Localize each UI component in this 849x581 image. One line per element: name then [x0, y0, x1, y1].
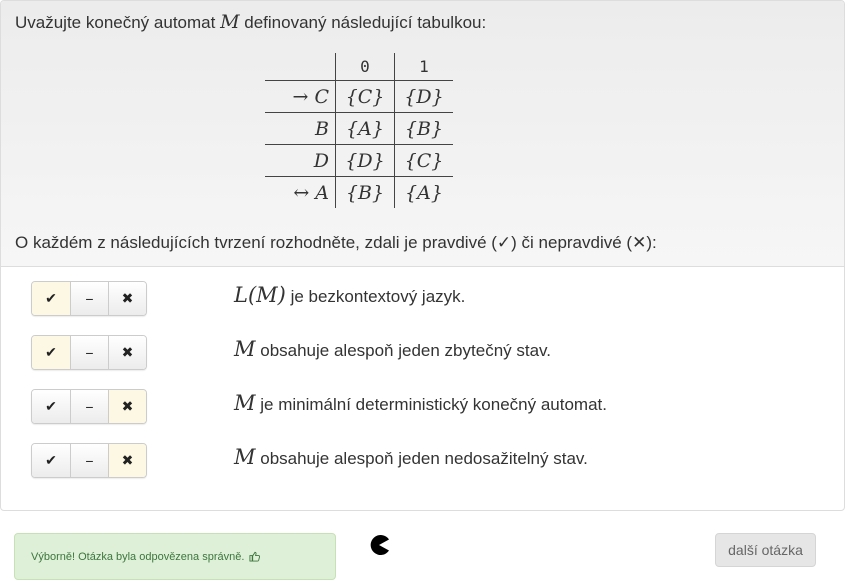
neutral-button[interactable]: −	[70, 390, 108, 423]
statement-text: M je minimální deterministický konečný a…	[234, 391, 607, 415]
success-alert: Výborně! Otázka byla odpovězena správně.	[14, 533, 336, 580]
state-cell: → C	[265, 80, 336, 113]
answer-button-group: ✔ − ✖	[31, 443, 147, 478]
state-cell: ↔ A	[265, 176, 336, 208]
false-button[interactable]: ✖	[108, 336, 146, 369]
false-button[interactable]: ✖	[108, 282, 146, 315]
transition-cell: {C}	[394, 144, 453, 177]
transition-cell: {B}	[335, 176, 395, 208]
question-panel: Uvažujte konečný automat M definovaný ná…	[0, 0, 845, 511]
true-button[interactable]: ✔	[32, 282, 70, 315]
transition-table: 0 1 → C {C} {D} B {A} {B} D {D} {C} ↔ A …	[265, 53, 453, 208]
table-row: D {D} {C}	[265, 144, 453, 177]
feedback-text: Výborně! Otázka byla odpovězena správně.	[31, 551, 245, 563]
table-header-row: 0 1	[265, 53, 453, 81]
neutral-button[interactable]: −	[70, 282, 108, 315]
state-cell: D	[265, 144, 336, 177]
table-row: B {A} {B}	[265, 112, 453, 145]
statement-row: ✔ − ✖ M obsahuje alespoň jeden nedosažit…	[1, 443, 844, 497]
true-button[interactable]: ✔	[32, 390, 70, 423]
statement-row: ✔ − ✖ M obsahuje alespoň jeden zbytečný …	[1, 335, 844, 389]
table-header-cell	[265, 53, 336, 81]
next-question-button[interactable]: další otázka	[715, 533, 816, 567]
transition-cell: {B}	[394, 112, 453, 145]
true-button[interactable]: ✔	[32, 336, 70, 369]
statement-row: ✔ − ✖ M je minimální deterministický kon…	[1, 389, 844, 443]
true-button[interactable]: ✔	[32, 444, 70, 477]
pacman-icon	[368, 534, 390, 556]
transition-cell: {C}	[335, 80, 395, 113]
answer-button-group: ✔ − ✖	[31, 389, 147, 424]
transition-cell: {A}	[335, 112, 395, 145]
table-header-cell: 1	[394, 53, 453, 81]
question-text: O každém z následujících tvrzení rozhodn…	[15, 233, 657, 252]
statement-text: M obsahuje alespoň jeden nedosažitelný s…	[234, 445, 588, 469]
table-header-cell: 0	[335, 53, 395, 81]
answer-button-group: ✔ − ✖	[31, 335, 147, 370]
statement-text: M obsahuje alespoň jeden zbytečný stav.	[234, 337, 552, 361]
automaton-symbol: M	[220, 11, 240, 33]
answer-button-group: ✔ − ✖	[31, 281, 147, 316]
question-header: Uvažujte konečný automat M definovaný ná…	[1, 1, 844, 267]
false-button[interactable]: ✖	[108, 390, 146, 423]
transition-cell: {D}	[335, 144, 395, 177]
neutral-button[interactable]: −	[70, 336, 108, 369]
statement-row: ✔ − ✖ L(M) je bezkontextový jazyk.	[1, 281, 844, 335]
transition-cell: {D}	[394, 80, 453, 113]
transition-cell: {A}	[394, 176, 453, 208]
statement-text: L(M) je bezkontextový jazyk.	[234, 283, 466, 307]
intro-text: Uvažujte konečný automat M definovaný ná…	[15, 11, 487, 33]
table-row: ↔ A {B} {A}	[265, 176, 453, 208]
false-button[interactable]: ✖	[108, 444, 146, 477]
state-cell: B	[265, 112, 336, 145]
thumbs-up-icon	[249, 551, 261, 565]
table-row: → C {C} {D}	[265, 80, 453, 113]
neutral-button[interactable]: −	[70, 444, 108, 477]
